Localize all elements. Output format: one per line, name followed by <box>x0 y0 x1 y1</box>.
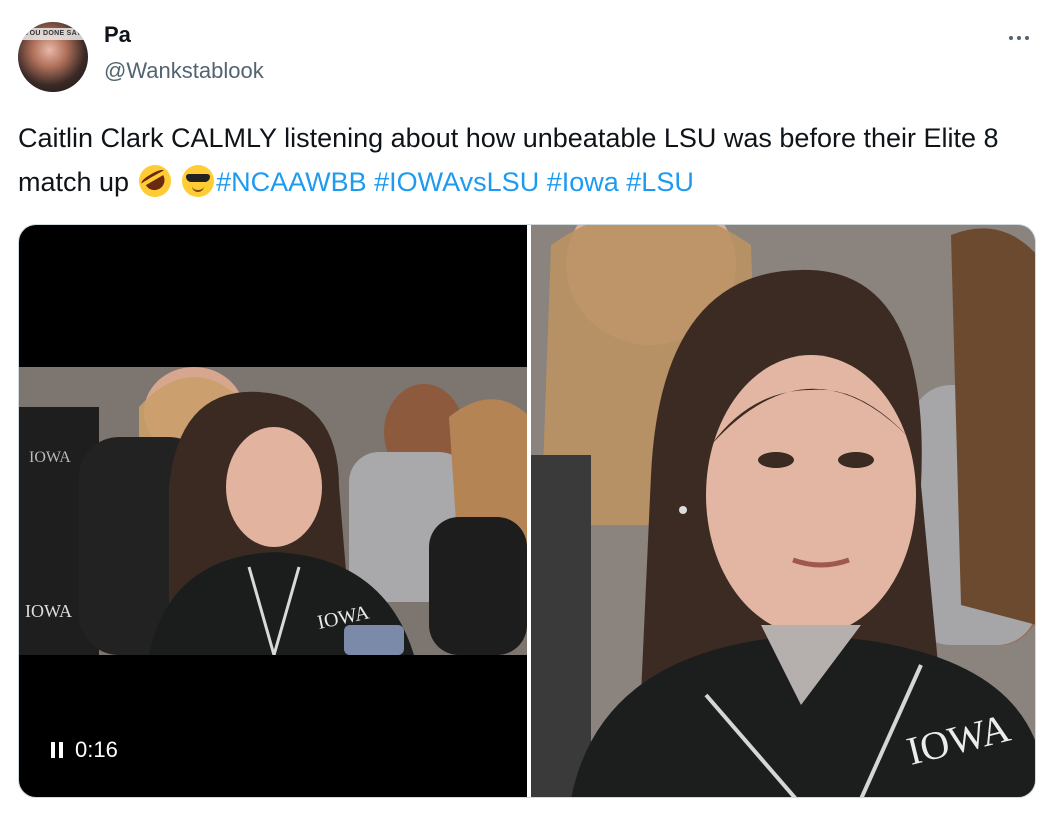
hashtag-iowa[interactable]: #Iowa <box>547 167 619 197</box>
hashtag-lsu[interactable]: #LSU <box>626 167 694 197</box>
video-controls: 0:16 <box>51 737 118 763</box>
video-frame-image: IOWA IOWA IOWA <box>19 367 527 655</box>
pause-icon[interactable] <box>51 742 63 758</box>
display-name[interactable]: Pa <box>104 22 131 48</box>
avatar[interactable]: YOU DONE SAY <box>18 22 88 92</box>
tweet-text: Caitlin Clark CALMLY listening about how… <box>18 116 1028 204</box>
smiling-face-with-sunglasses-emoji-icon <box>182 165 215 197</box>
hashtag-ncaawbb[interactable]: #NCAAWBB <box>216 167 367 197</box>
video-timestamp: 0:16 <box>75 737 118 762</box>
avatar-banner-text: YOU DONE SAY <box>24 30 82 37</box>
video-player[interactable]: IOWA IOWA IOWA 0:16 <box>19 225 527 797</box>
user-handle[interactable]: @Wankstablook <box>104 58 264 84</box>
hashtag-iowavslsu[interactable]: #IOWAvsLSU <box>374 167 539 197</box>
tweet-card: YOU DONE SAY Pa @Wankstablook Caitlin Cl… <box>0 0 1060 820</box>
photo-image[interactable]: IOWA <box>531 225 1035 797</box>
photo-scene-illustration: IOWA <box>531 225 1035 797</box>
more-options-button[interactable] <box>998 22 1040 54</box>
svg-text:IOWA: IOWA <box>29 449 71 466</box>
media-grid: IOWA IOWA IOWA 0:16 IOWA <box>18 224 1036 798</box>
svg-text:IOWA: IOWA <box>25 601 72 621</box>
rolling-on-floor-laughing-emoji-icon <box>132 159 177 203</box>
more-horizontal-icon-dot <box>1025 36 1029 40</box>
more-horizontal-icon <box>1009 36 1013 40</box>
video-scene-illustration: IOWA IOWA IOWA <box>19 367 527 655</box>
more-horizontal-icon-dot <box>1017 36 1021 40</box>
